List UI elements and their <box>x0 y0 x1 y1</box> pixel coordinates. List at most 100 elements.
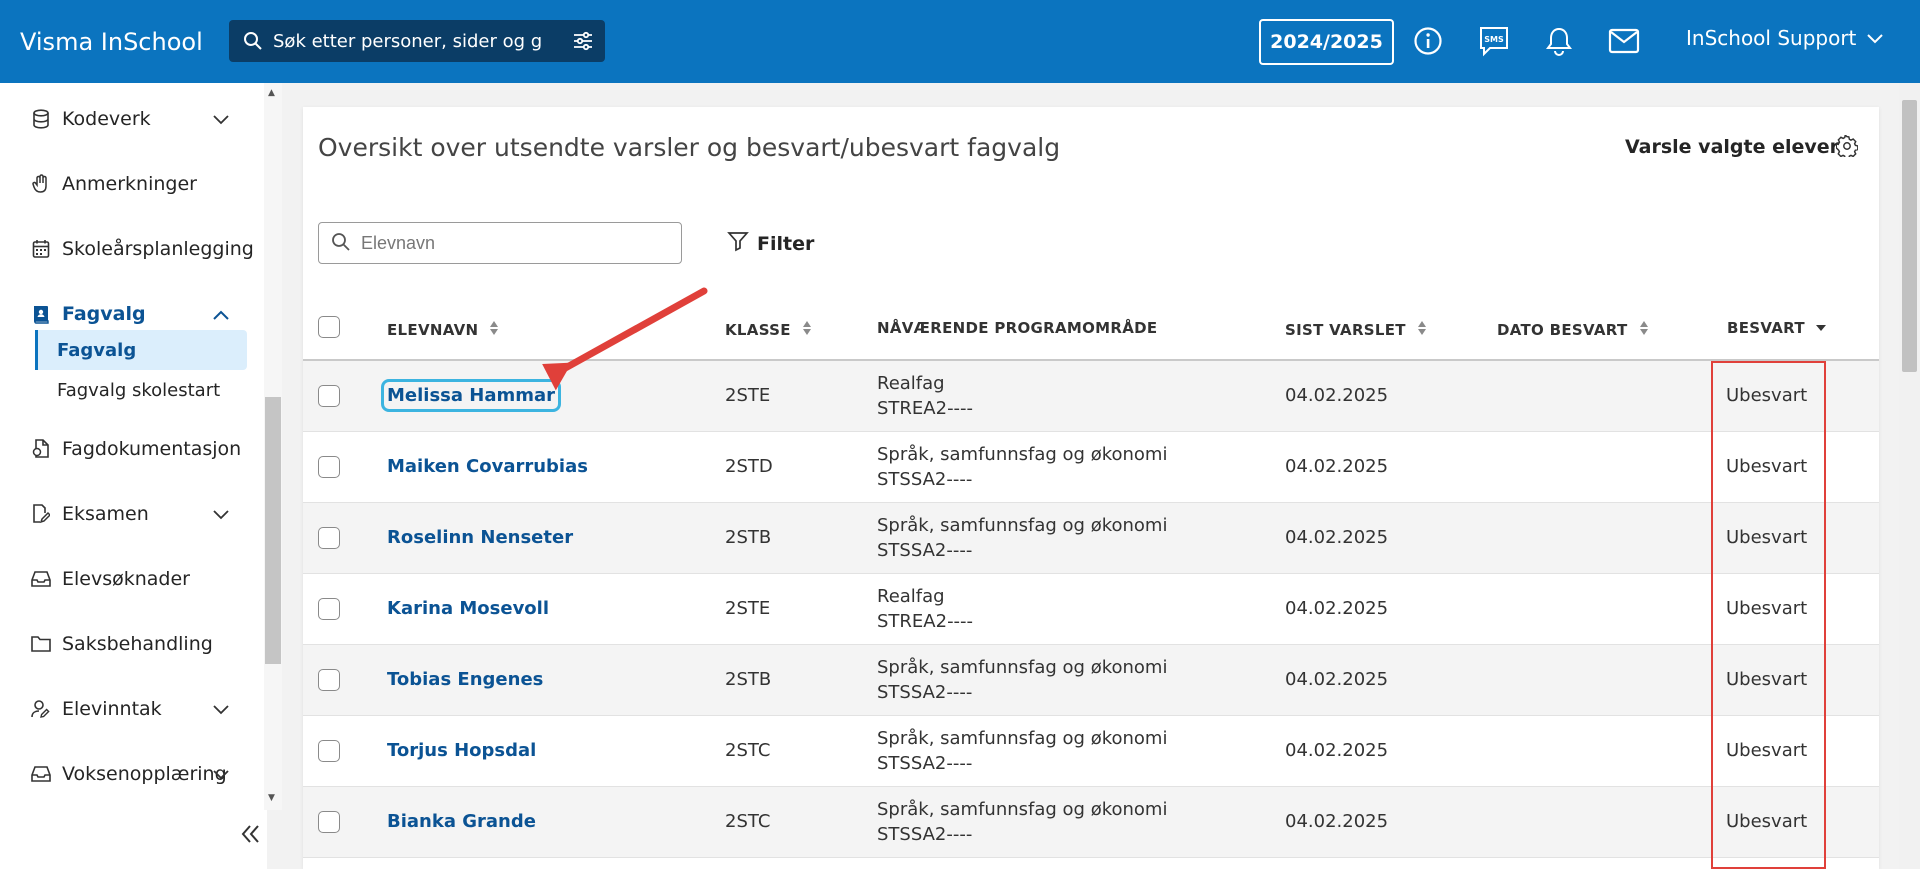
table-row[interactable]: Tobias Engenes 2STB Språk, samfunnsfag o… <box>303 645 1879 716</box>
sidebar-item-fagdokumentasjon[interactable]: Fagdokumentasjon <box>0 429 250 469</box>
answered-status-cell: Ubesvart <box>1726 598 1808 619</box>
page-scrollbar-thumb[interactable] <box>1902 100 1917 372</box>
student-name-link[interactable]: Torjus Hopsdal <box>387 740 536 761</box>
sidebar-item-fagvalg[interactable]: Fagvalg <box>0 294 250 334</box>
filter-button[interactable]: Filter <box>727 230 814 257</box>
program-name: Realfag <box>877 586 945 607</box>
student-name-link[interactable]: Melissa Hammar <box>380 379 562 412</box>
hand-icon <box>30 173 52 195</box>
filter-icon <box>727 230 749 257</box>
sidebar-item-saksbehandling[interactable]: Saksbehandling <box>0 624 250 664</box>
column-header-answered[interactable]: BESVART <box>1727 319 1827 337</box>
student-name-link[interactable]: Tobias Engenes <box>387 669 543 690</box>
sort-icon <box>1638 319 1650 341</box>
notify-selected-button[interactable]: Varsle valgte elever <box>1625 136 1839 158</box>
calendar-icon <box>30 238 52 260</box>
table-row[interactable]: Torjus Hopsdal 2STC Språk, samfunnsfag o… <box>303 716 1879 787</box>
mail-icon[interactable] <box>1607 24 1641 58</box>
search-icon <box>331 232 353 254</box>
inbox-icon <box>30 763 52 785</box>
scroll-up-arrow-icon[interactable]: ▲ <box>268 88 278 98</box>
document-icon <box>30 438 52 460</box>
program-cell: Språk, samfunnsfag og økonomi STSSA2---- <box>877 513 1167 563</box>
row-checkbox[interactable] <box>318 669 340 691</box>
search-icon <box>241 29 265 53</box>
student-name-search[interactable] <box>318 222 682 264</box>
column-header-answered-date[interactable]: DATO BESVART <box>1497 319 1650 341</box>
sidebar-item-kodeverk[interactable]: Kodeverk <box>0 99 250 139</box>
answered-status-cell: Ubesvart <box>1726 669 1808 690</box>
program-cell: Språk, samfunnsfag og økonomi STSSA2---- <box>877 655 1167 705</box>
page-title: Oversikt over utsendte varsler og besvar… <box>318 133 1061 162</box>
chevron-down-icon <box>212 764 232 784</box>
book-icon <box>30 303 52 325</box>
gear-icon[interactable] <box>1835 133 1860 160</box>
program-cell: Språk, samfunnsfag og økonomi STSSA2---- <box>877 726 1167 776</box>
row-checkbox[interactable] <box>318 456 340 478</box>
collapse-sidebar-icon[interactable] <box>238 822 268 852</box>
bell-icon[interactable] <box>1542 24 1576 58</box>
filter-label: Filter <box>757 232 815 255</box>
sort-desc-icon <box>1815 319 1827 337</box>
student-name-link[interactable]: Maiken Covarrubias <box>387 456 588 477</box>
search-options-icon[interactable] <box>571 29 595 53</box>
sidebar-item-skolearsplanlegging[interactable]: Skoleårsplanlegging <box>0 229 254 269</box>
program-code: STSSA2---- <box>877 753 973 774</box>
global-search-input[interactable]: Søk etter personer, sider og gru <box>273 31 543 52</box>
table-row[interactable]: Maiken Covarrubias 2STD Språk, samfunnsf… <box>303 432 1879 503</box>
program-code: STSSA2---- <box>877 469 973 490</box>
student-name-input[interactable] <box>361 232 661 254</box>
sort-icon <box>488 319 500 341</box>
sidebar-scrollbar-thumb[interactable] <box>265 397 281 664</box>
chevron-down-icon <box>1866 26 1884 50</box>
app-title[interactable]: Visma InSchool <box>20 28 230 56</box>
row-checkbox[interactable] <box>318 527 340 549</box>
sidebar-subitem-fagvalg-skolestart[interactable]: Fagvalg skolestart <box>35 370 247 410</box>
column-header-program: NÅVÆRENDE PROGRAMOMRÅDE <box>877 319 1158 337</box>
row-checkbox[interactable] <box>318 811 340 833</box>
class-cell: 2STB <box>725 527 772 548</box>
edit-document-icon <box>30 503 52 525</box>
student-name-link[interactable]: Roselinn Nenseter <box>387 527 573 548</box>
sort-icon <box>1416 319 1428 341</box>
student-name-link[interactable]: Karina Mosevoll <box>387 598 549 619</box>
info-icon[interactable] <box>1411 24 1445 58</box>
program-code: STSSA2---- <box>877 540 973 561</box>
last-notified-cell: 04.02.2025 <box>1285 385 1389 406</box>
user-edit-icon <box>30 698 52 720</box>
program-cell: Språk, samfunnsfag og økonomi STSSA2---- <box>877 442 1167 492</box>
sidebar-item-eksamen[interactable]: Eksamen <box>0 494 250 534</box>
sidebar-item-elevsoknader[interactable]: Elevsøknader <box>0 559 250 599</box>
student-name-link[interactable]: Bianka Grande <box>387 811 536 832</box>
school-year-button[interactable]: 2024/2025 <box>1259 19 1394 65</box>
row-checkbox[interactable] <box>318 598 340 620</box>
sidebar-subitem-fagvalg[interactable]: Fagvalg <box>35 330 247 370</box>
row-checkbox[interactable] <box>318 740 340 762</box>
last-notified-cell: 04.02.2025 <box>1285 669 1389 690</box>
last-notified-cell: 04.02.2025 <box>1285 811 1389 832</box>
select-all-checkbox[interactable] <box>318 316 340 338</box>
answered-status-cell: Ubesvart <box>1726 385 1808 406</box>
sms-icon[interactable]: SMS <box>1477 24 1511 58</box>
sidebar-item-voksenopplaering[interactable]: Voksenopplæring <box>0 754 250 794</box>
table-row[interactable]: Bianka Grande 2STC Språk, samfunnsfag og… <box>303 787 1879 858</box>
chevron-down-icon <box>212 109 232 129</box>
program-cell: Realfag STREA2---- <box>877 584 973 634</box>
column-header-last-notified[interactable]: SIST VARSLET <box>1285 319 1428 341</box>
sidebar-item-anmerkninger[interactable]: Anmerkninger <box>0 164 250 204</box>
user-menu[interactable]: InSchool Support <box>1686 26 1884 50</box>
class-cell: 2STC <box>725 811 771 832</box>
table-row[interactable]: Roselinn Nenseter 2STB Språk, samfunnsfa… <box>303 503 1879 574</box>
global-search[interactable]: Søk etter personer, sider og gru <box>229 20 605 62</box>
last-notified-cell: 04.02.2025 <box>1285 740 1389 761</box>
column-header-name[interactable]: ELEVNAVN <box>387 319 500 341</box>
class-cell: 2STD <box>725 456 773 477</box>
column-header-class[interactable]: KLASSE <box>725 319 813 341</box>
sidebar-item-elevinntak[interactable]: Elevinntak <box>0 689 250 729</box>
row-checkbox[interactable] <box>318 385 340 407</box>
table-row[interactable]: Melissa Hammar 2STE Realfag STREA2---- 0… <box>303 361 1879 432</box>
scroll-down-arrow-icon[interactable]: ▼ <box>268 793 278 803</box>
top-bar: Visma InSchool Søk etter personer, sider… <box>0 0 1920 83</box>
table-row[interactable]: Karina Mosevoll 2STE Realfag STREA2---- … <box>303 574 1879 645</box>
user-name: InSchool Support <box>1686 26 1857 50</box>
